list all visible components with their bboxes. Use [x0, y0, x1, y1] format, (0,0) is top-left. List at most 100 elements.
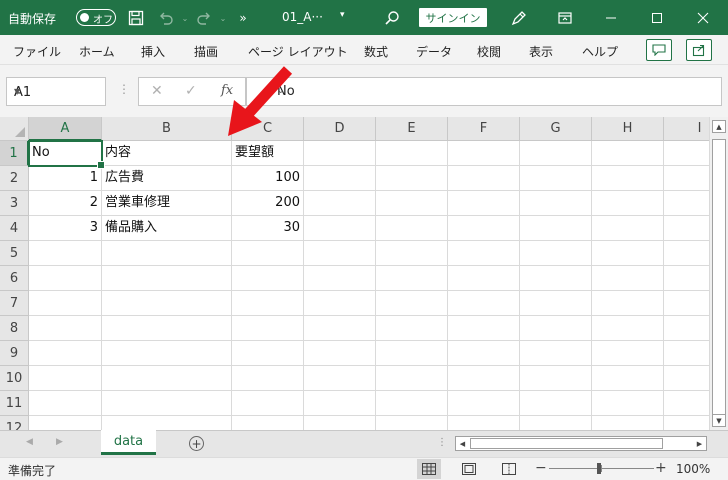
cell-c1[interactable]: 要望額 [232, 141, 304, 166]
zoom-out-icon[interactable]: − [535, 460, 547, 476]
grid-cell[interactable] [376, 141, 448, 166]
cell-b3[interactable]: 営業車修理 [102, 191, 232, 216]
tab-review[interactable]: 校閲 [477, 43, 501, 60]
cell-b1[interactable]: 内容 [102, 141, 232, 166]
grid-cell[interactable] [304, 291, 376, 316]
grid-cell[interactable] [29, 341, 102, 366]
grid-cell[interactable] [520, 216, 592, 241]
scroll-thumb[interactable] [712, 139, 726, 416]
grid-cell[interactable] [304, 191, 376, 216]
row-header[interactable]: 2 [0, 166, 29, 191]
select-all-button[interactable] [0, 117, 29, 141]
grid-cell[interactable] [376, 341, 448, 366]
redo-dropdown-icon[interactable]: ⌄ [214, 9, 232, 27]
grid-cell[interactable] [304, 366, 376, 391]
grid-cell[interactable] [520, 266, 592, 291]
scroll-up-icon[interactable]: ▲ [712, 120, 726, 133]
grid-cell[interactable] [520, 391, 592, 416]
grid-cell[interactable] [592, 316, 664, 341]
grid-cell[interactable] [448, 391, 520, 416]
grid-cell[interactable] [102, 341, 232, 366]
page-layout-view-icon[interactable] [457, 459, 481, 479]
grid-cell[interactable] [232, 416, 304, 430]
column-header-c[interactable]: C [232, 117, 304, 141]
formula-input[interactable]: No ⌄ [246, 77, 722, 106]
horizontal-scrollbar[interactable]: ◀ ▶ [455, 436, 707, 451]
column-header-b[interactable]: B [102, 117, 232, 141]
tab-home[interactable]: ホーム [79, 43, 115, 60]
grid-cell[interactable] [448, 166, 520, 191]
grid-cell[interactable] [520, 141, 592, 166]
grid-cell[interactable] [232, 241, 304, 266]
maximize-button[interactable] [634, 0, 680, 35]
more-commands-icon[interactable]: » [234, 9, 252, 27]
grid-cell[interactable] [232, 366, 304, 391]
column-header-g[interactable]: G [520, 117, 592, 141]
vertical-scrollbar[interactable]: ▲ ▼ [709, 117, 728, 430]
cell-a2[interactable]: 1 [29, 166, 102, 191]
grid-cell[interactable] [592, 241, 664, 266]
enter-icon[interactable]: ✓ [185, 83, 197, 99]
column-header-f[interactable]: F [448, 117, 520, 141]
tab-view[interactable]: 表示 [529, 43, 553, 60]
grid-cell[interactable] [102, 266, 232, 291]
undo-dropdown-icon[interactable]: ⌄ [176, 9, 194, 27]
comments-button[interactable] [646, 39, 672, 61]
grid-cell[interactable] [376, 191, 448, 216]
grid-cell[interactable] [592, 391, 664, 416]
tab-insert[interactable]: 挿入 [141, 43, 165, 60]
grid-cell[interactable] [448, 191, 520, 216]
row-header[interactable]: 11 [0, 391, 29, 416]
insert-function-icon[interactable]: fx [221, 83, 233, 98]
cell-a1[interactable]: No [29, 141, 102, 166]
grid-cell[interactable] [29, 416, 102, 430]
zoom-slider-thumb[interactable] [597, 463, 601, 474]
grid-cell[interactable] [102, 416, 232, 430]
grid-cell[interactable] [376, 291, 448, 316]
tab-data[interactable]: データ [416, 43, 452, 60]
row-header[interactable]: 5 [0, 241, 29, 266]
grid-cell[interactable] [592, 216, 664, 241]
grid-cell[interactable] [376, 391, 448, 416]
grid-cell[interactable] [29, 291, 102, 316]
zoom-in-icon[interactable]: + [655, 460, 667, 476]
grid-cell[interactable] [376, 166, 448, 191]
cell-b4[interactable]: 備品購入 [102, 216, 232, 241]
resize-handle-icon[interactable]: ⋮ [118, 82, 130, 96]
grid-cell[interactable] [29, 241, 102, 266]
grid-cell[interactable] [592, 166, 664, 191]
grid-cell[interactable] [304, 341, 376, 366]
grid-cell[interactable] [29, 391, 102, 416]
grid-cell[interactable] [592, 291, 664, 316]
grid-cell[interactable] [304, 266, 376, 291]
grid-cell[interactable] [232, 291, 304, 316]
row-header[interactable]: 3 [0, 191, 29, 216]
grid-cell[interactable] [520, 166, 592, 191]
grid-cell[interactable] [448, 241, 520, 266]
row-header[interactable]: 10 [0, 366, 29, 391]
grid-cell[interactable] [376, 241, 448, 266]
grid-cell[interactable] [520, 241, 592, 266]
grid-cell[interactable] [592, 266, 664, 291]
grid-cell[interactable] [304, 391, 376, 416]
name-box[interactable]: A1 ▼ [6, 77, 106, 106]
grid-cell[interactable] [520, 366, 592, 391]
grid-cell[interactable] [376, 366, 448, 391]
ribbon-display-icon[interactable] [556, 9, 574, 27]
grid-cell[interactable] [29, 366, 102, 391]
grid-cell[interactable] [102, 391, 232, 416]
grid-cell[interactable] [448, 316, 520, 341]
grid-cell[interactable] [102, 291, 232, 316]
tab-help[interactable]: ヘルプ [582, 43, 618, 60]
grid-cell[interactable] [592, 141, 664, 166]
tab-draw[interactable]: 描画 [194, 43, 218, 60]
grid-cell[interactable] [232, 341, 304, 366]
grid-cell[interactable] [102, 366, 232, 391]
zoom-level[interactable]: 100% [676, 462, 710, 476]
scroll-thumb[interactable] [470, 438, 663, 449]
cancel-icon[interactable]: ✕ [151, 83, 163, 99]
grid-cell[interactable] [592, 191, 664, 216]
search-icon[interactable] [383, 9, 401, 27]
grid-cell[interactable] [448, 341, 520, 366]
grid-cell[interactable] [520, 416, 592, 430]
